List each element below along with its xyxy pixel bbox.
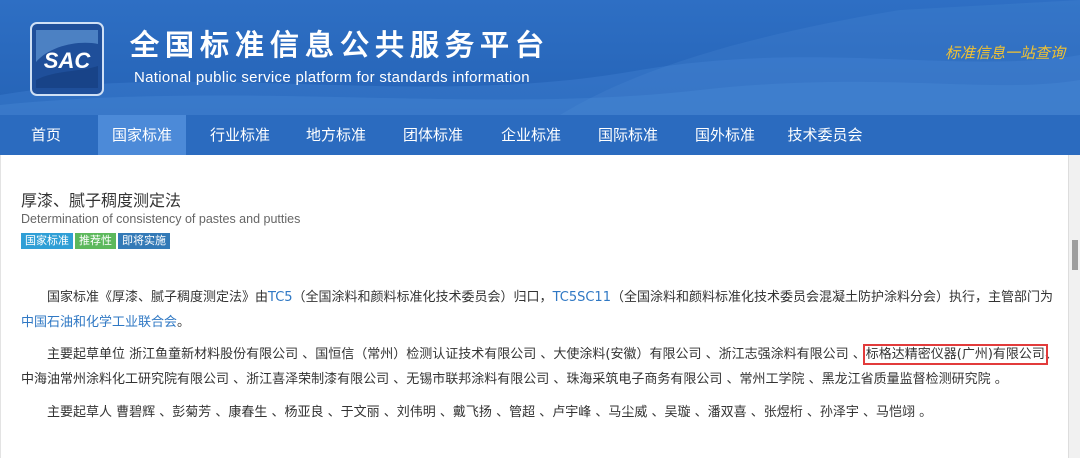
main-nav: 首页 国家标准 行业标准 地方标准 团体标准 企业标准 国际标准 国外标准 技术… <box>0 115 1080 155</box>
site-title-en: National public service platform for sta… <box>134 69 530 86</box>
drafters-label: 主要起草人 <box>47 405 117 420</box>
scrollbar-thumb[interactable] <box>1072 240 1078 270</box>
site-title-cn: 全国标准信息公共服务平台 <box>130 28 551 62</box>
standard-detail-panel: 厚漆、腻子稠度测定法 Determination of consistency … <box>0 155 1069 458</box>
nav-item-technical-committee[interactable]: 技术委员会 <box>777 115 873 155</box>
nav-item-international-standards[interactable]: 国际标准 <box>588 115 668 155</box>
para1-text4: 。 <box>177 315 191 330</box>
paragraph-responsibility: 国家标准《厚漆、腻子稠度测定法》由TC5（全国涂料和颜料标准化技术委员会）归口，… <box>21 285 1061 335</box>
site-header: SAC 全国标准信息公共服务平台 National public service… <box>0 0 1080 115</box>
nav-item-home[interactable]: 首页 <box>20 115 72 155</box>
drafting-units-list: 浙江鱼童新材料股份有限公司 、国恒信（常州）检测认证技术有限公司 、大使涂料(安… <box>129 347 866 362</box>
standard-badges: 国家标准 推荐性 即将实施 <box>21 233 172 249</box>
nav-item-local-standards[interactable]: 地方标准 <box>296 115 376 155</box>
tc5-link[interactable]: TC5 <box>268 290 293 305</box>
nav-item-group-standards[interactable]: 团体标准 <box>393 115 473 155</box>
svg-text:SAC: SAC <box>44 48 92 73</box>
paragraph-drafters: 主要起草人 曹碧辉 、彭菊芳 、康春生 、杨亚良 、于文丽 、刘伟明 、戴飞扬 … <box>21 400 1061 425</box>
para1-text2: （全国涂料和颜料标准化技术委员会）归口， <box>292 290 553 305</box>
badge-recommended: 推荐性 <box>75 233 116 249</box>
para1-text1: 国家标准《厚漆、腻子稠度测定法》由 <box>47 290 269 305</box>
standard-title: 厚漆、腻子稠度测定法 <box>21 191 182 210</box>
nav-item-enterprise-standards[interactable]: 企业标准 <box>491 115 571 155</box>
nav-item-foreign-standards[interactable]: 国外标准 <box>685 115 765 155</box>
drafters-list: 曹碧辉 、彭菊芳 、康春生 、杨亚良 、于文丽 、刘伟明 、戴飞扬 、管超 、卢… <box>116 405 933 420</box>
para1-text3: （全国涂料和颜料标准化技术委员会混凝土防护涂料分会）执行，主管部门为 <box>610 290 1053 305</box>
nav-item-national-standards[interactable]: 国家标准 <box>98 115 186 155</box>
page-scrollbar[interactable] <box>1068 155 1080 458</box>
drafting-units-label: 主要起草单位 <box>47 347 130 362</box>
department-link[interactable]: 中国石油和化学工业联合会 <box>21 315 177 330</box>
badge-national-standard: 国家标准 <box>21 233 73 249</box>
paragraph-drafting-units: 主要起草单位 浙江鱼童新材料股份有限公司 、国恒信（常州）检测认证技术有限公司 … <box>21 342 1061 392</box>
tc5sc11-link[interactable]: TC5SC11 <box>553 290 611 305</box>
site-slogan: 标准信息一站查询 <box>944 44 1065 62</box>
highlighted-drafting-unit: 标格达精密仪器(广州)有限公司 <box>862 344 1048 365</box>
standard-title-en: Determination of consistency of pastes a… <box>21 212 301 226</box>
badge-upcoming: 即将实施 <box>118 233 170 249</box>
nav-item-industry-standards[interactable]: 行业标准 <box>200 115 280 155</box>
sac-logo[interactable]: SAC <box>30 22 104 96</box>
